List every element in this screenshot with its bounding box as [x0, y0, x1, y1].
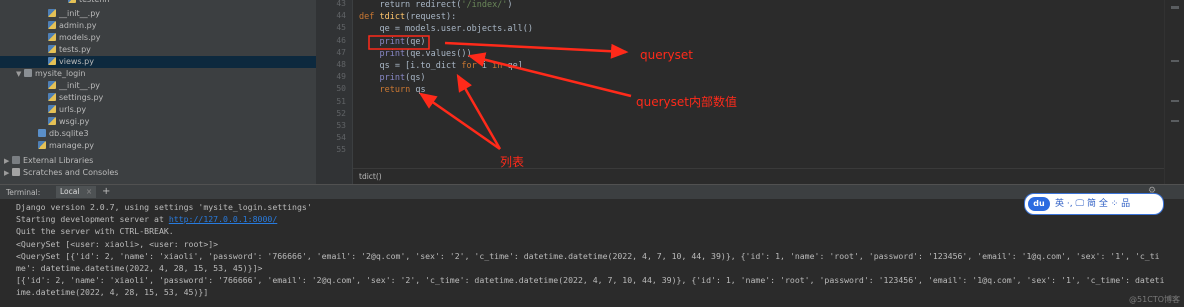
highlight-box: [368, 35, 430, 50]
arrow-list-2: [456, 73, 502, 150]
annotation-queryset: queryset: [640, 48, 693, 62]
annotation-list: 列表: [500, 155, 525, 169]
arrow-values: [467, 52, 632, 98]
watermark: @51CTO博客: [1129, 295, 1180, 304]
annotation-overlay: [368, 35, 632, 151]
arrow-list-1: [418, 92, 501, 151]
annotation-queryset-values: queryset内部数值: [636, 95, 737, 109]
arrow-queryset: [444, 41, 629, 59]
